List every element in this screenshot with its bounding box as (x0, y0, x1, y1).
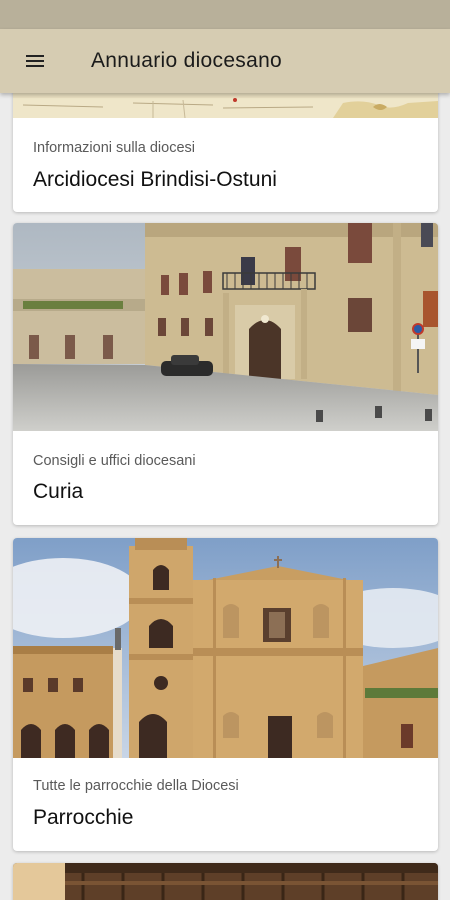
card-list: Informazioni sulla diocesi Arcidiocesi B… (0, 93, 450, 900)
hamburger-menu-icon (26, 55, 44, 67)
card-parrocchie[interactable]: Tutte le parrocchie della Diocesi Parroc… (13, 538, 438, 851)
card-title: Parrocchie (33, 806, 134, 829)
status-bar (0, 0, 450, 29)
card-subtitle: Informazioni sulla diocesi (33, 140, 195, 156)
wooden-choir-image (13, 863, 438, 900)
app-title: Annuario diocesano (91, 49, 283, 72)
card-title: Arcidiocesi Brindisi-Ostuni (33, 168, 277, 191)
app-bar: Annuario diocesano (0, 29, 450, 93)
card-diocese-info[interactable]: Informazioni sulla diocesi Arcidiocesi B… (13, 93, 438, 212)
card-partial[interactable] (13, 863, 438, 900)
card-curia[interactable]: Consigli e uffici diocesani Curia (13, 223, 438, 525)
card-subtitle: Consigli e uffici diocesani (33, 453, 196, 469)
map-image (13, 93, 438, 118)
cathedral-image (13, 538, 438, 758)
menu-button[interactable] (0, 29, 70, 93)
card-subtitle: Tutte le parrocchie della Diocesi (33, 778, 239, 794)
card-title: Curia (33, 480, 84, 503)
curia-building-image (13, 223, 438, 431)
